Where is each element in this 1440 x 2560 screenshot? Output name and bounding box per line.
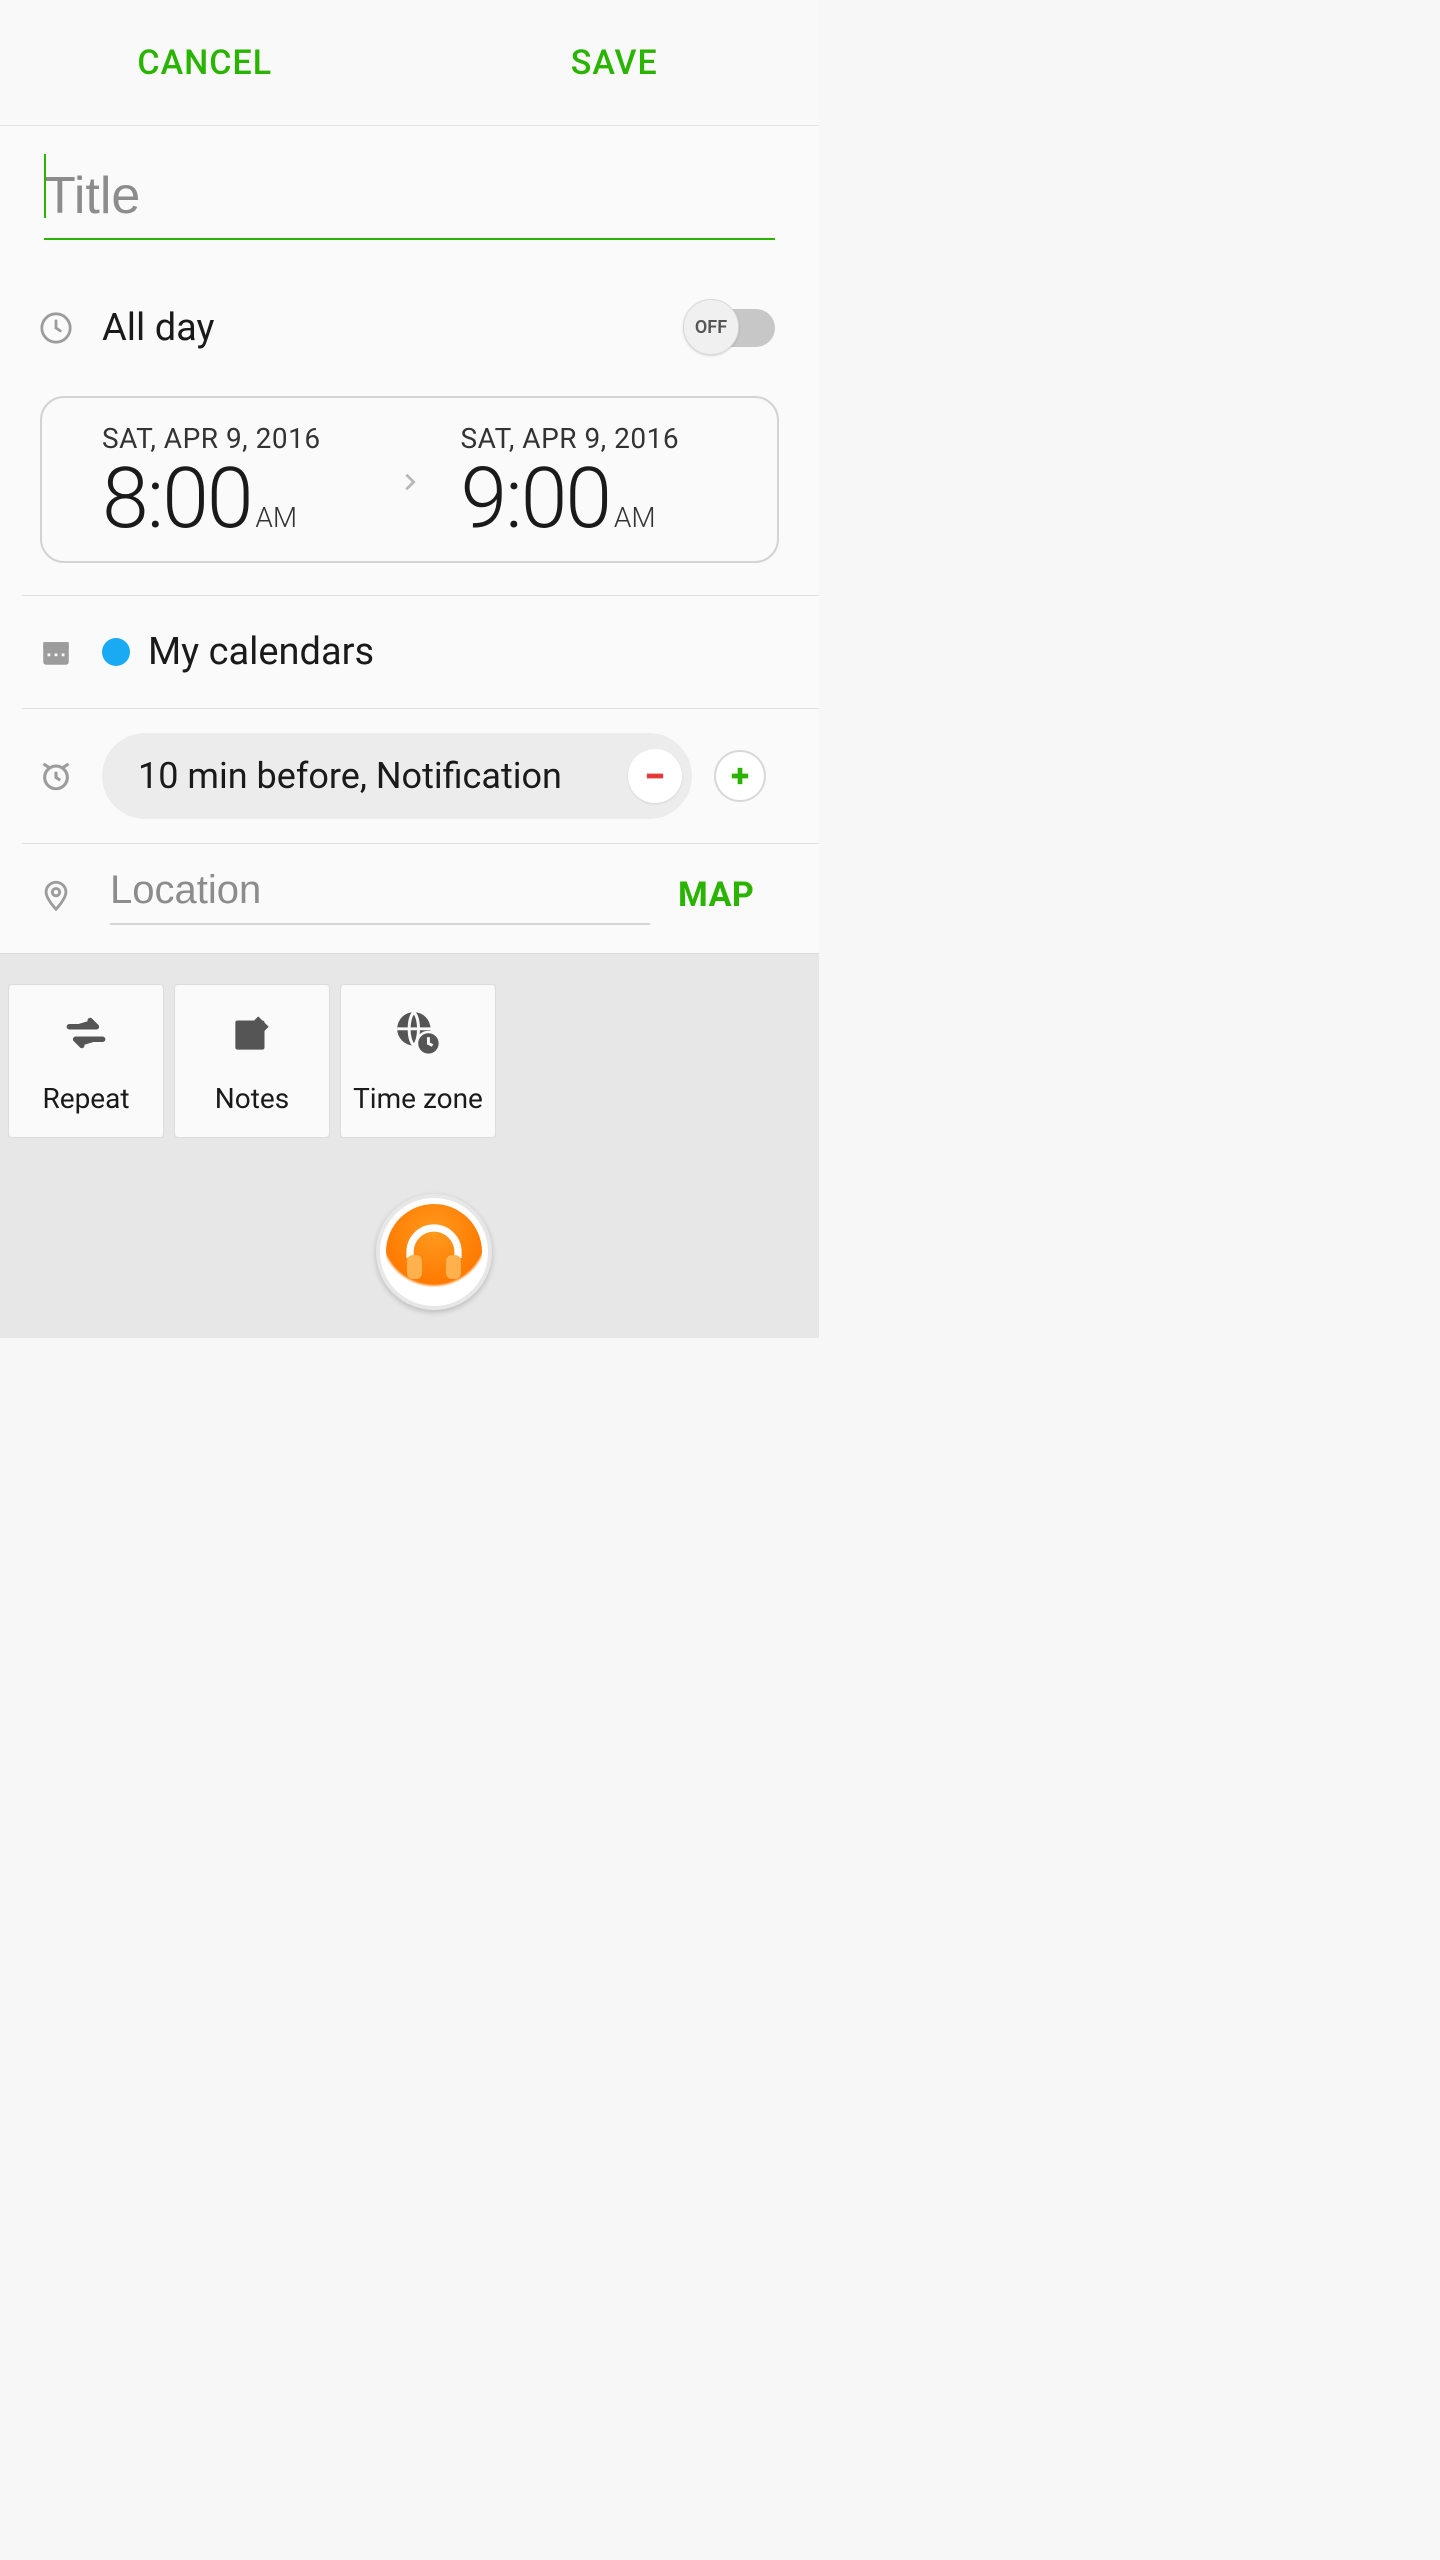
- add-reminder-button[interactable]: [714, 750, 766, 802]
- time-range-box: SAT, APR 9, 2016 8:00 AM SAT, APR 9, 201…: [40, 396, 779, 563]
- calendar-color-dot: [102, 638, 130, 666]
- calendar-row[interactable]: My calendars: [0, 596, 819, 708]
- reminder-row: 10 min before, Notification: [0, 709, 819, 843]
- location-row: MAP: [0, 844, 819, 953]
- location-pin-icon: [34, 878, 78, 912]
- reminder-chip[interactable]: 10 min before, Notification: [102, 733, 692, 819]
- save-button[interactable]: SAVE: [410, 0, 820, 125]
- remove-reminder-button[interactable]: [628, 749, 682, 803]
- all-day-toggle[interactable]: OFF: [687, 309, 775, 347]
- calendar-icon: [34, 635, 78, 669]
- all-day-row: All day OFF: [0, 266, 819, 380]
- extra-options-bar: Repeat Notes Time zone: [0, 953, 819, 1338]
- notes-label: Notes: [215, 1082, 289, 1115]
- alarm-icon: [34, 759, 78, 793]
- chevron-right-icon: [395, 465, 425, 499]
- cancel-button[interactable]: CANCEL: [0, 0, 410, 125]
- repeat-label: Repeat: [42, 1082, 129, 1115]
- end-time: 9:00: [461, 457, 610, 541]
- calendar-name: My calendars: [148, 630, 374, 674]
- all-day-label: All day: [102, 306, 687, 350]
- map-button[interactable]: MAP: [678, 875, 754, 915]
- repeat-tile[interactable]: Repeat: [8, 984, 164, 1138]
- end-time-button[interactable]: SAT, APR 9, 2016 9:00 AM: [425, 422, 754, 541]
- start-time: 8:00: [102, 457, 251, 541]
- notes-icon: [227, 1008, 277, 1062]
- repeat-icon: [61, 1008, 111, 1062]
- music-floating-button[interactable]: [376, 1194, 492, 1310]
- notes-tile[interactable]: Notes: [174, 984, 330, 1138]
- header-bar: CANCEL SAVE: [0, 0, 819, 126]
- title-input[interactable]: [44, 160, 775, 240]
- timezone-tile[interactable]: Time zone: [340, 984, 496, 1138]
- toggle-knob: OFF: [683, 299, 739, 355]
- clock-icon: [34, 311, 78, 345]
- end-ampm: AM: [614, 501, 656, 534]
- title-section: [0, 126, 819, 266]
- text-cursor: [44, 154, 46, 218]
- reminder-text: 10 min before, Notification: [138, 755, 614, 797]
- globe-clock-icon: [393, 1008, 443, 1062]
- location-input[interactable]: [110, 864, 650, 925]
- headphones-icon: [386, 1204, 482, 1300]
- start-time-button[interactable]: SAT, APR 9, 2016 8:00 AM: [66, 422, 395, 541]
- timezone-label: Time zone: [353, 1082, 483, 1115]
- start-ampm: AM: [255, 501, 297, 534]
